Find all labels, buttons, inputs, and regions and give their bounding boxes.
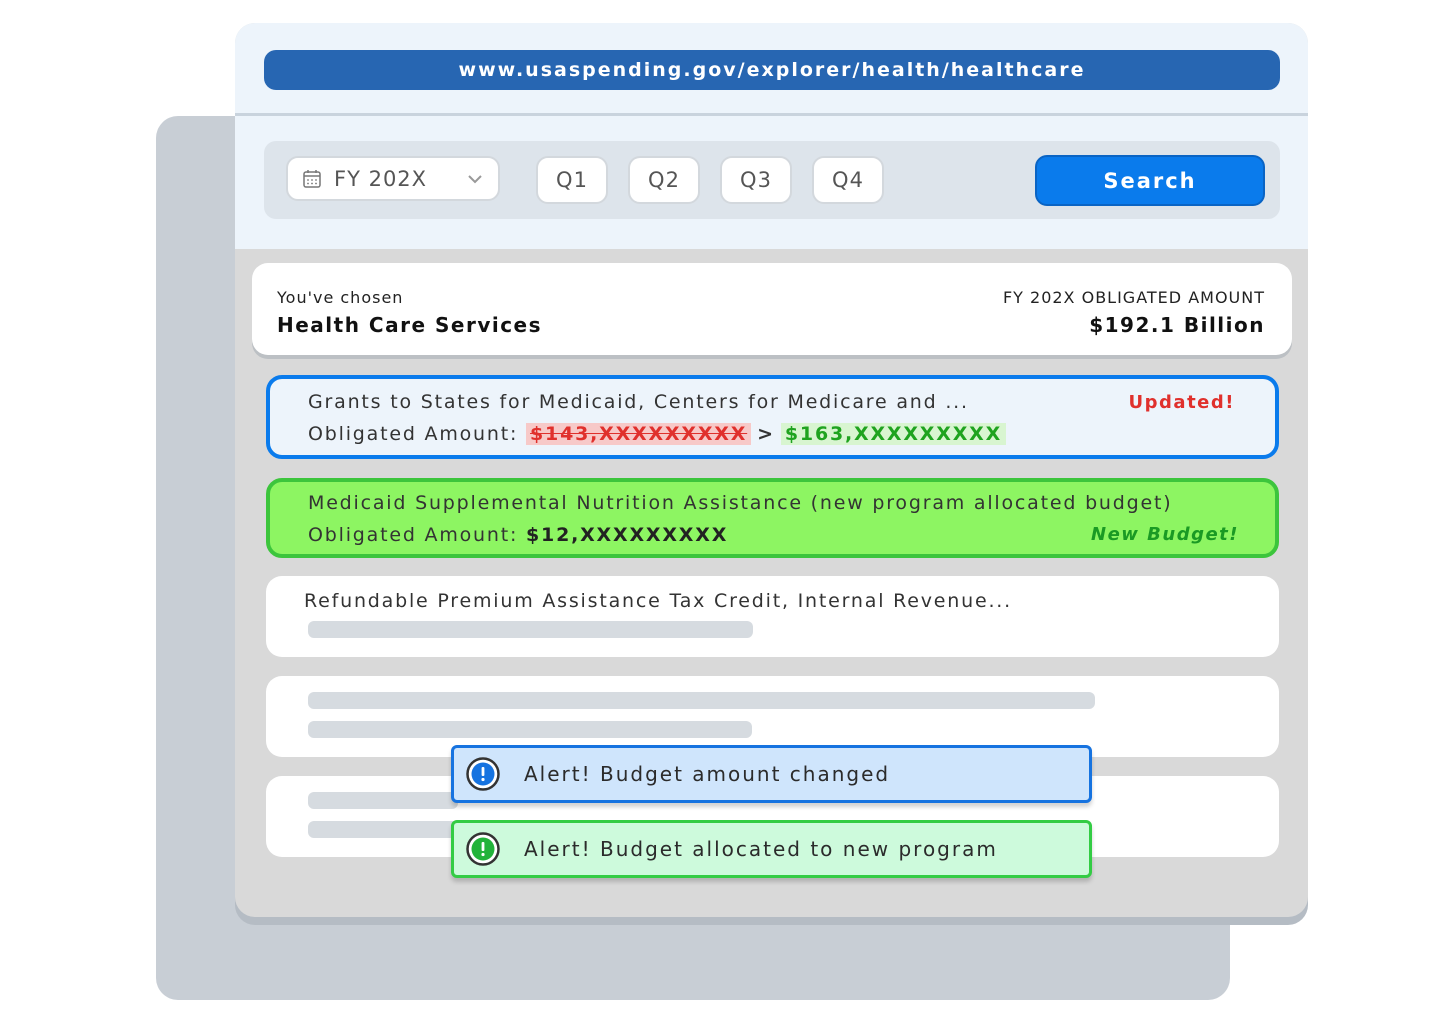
- info-icon: [466, 832, 500, 866]
- selection-summary-card: You've chosen Health Care Services FY 20…: [252, 263, 1292, 355]
- list-item-amount: Obligated Amount: $12,XXXXXXXXX: [308, 524, 728, 546]
- fiscal-year-value: FY 202X: [334, 166, 428, 191]
- obligated-amount-value: $192.1 Billion: [1089, 313, 1265, 337]
- skeleton-line: [308, 721, 752, 738]
- updated-badge: Updated!: [1128, 392, 1235, 413]
- calendar-icon: [303, 169, 321, 188]
- change-arrow: >: [757, 423, 775, 445]
- quarter-button-q4[interactable]: Q4: [812, 156, 884, 204]
- skeleton-line: [308, 792, 458, 809]
- filter-bar: FY 202X Q1 Q2 Q3 Q4 Search: [264, 141, 1280, 219]
- list-item-amount: Obligated Amount: $143,XXXXXXXXX > $163,XX…: [308, 423, 1007, 445]
- old-amount: $143,XXXXXXXXX: [526, 423, 752, 445]
- new-amount: $163,XXXXXXXXX: [780, 423, 1007, 445]
- info-icon: [466, 757, 500, 791]
- list-item-title: Grants to States for Medicaid, Centers f…: [308, 391, 969, 413]
- list-item[interactable]: Refundable Premium Assistance Tax Credit…: [266, 576, 1279, 657]
- list-item-title: Refundable Premium Assistance Tax Credit…: [304, 590, 1012, 612]
- obligated-amount-label: FY 202X OBLIGATED AMOUNT: [1002, 288, 1265, 307]
- new-budget-badge: New Budget!: [1091, 524, 1239, 545]
- browser-window: www.usaspending.gov/explorer/health/heal…: [235, 23, 1308, 917]
- skeleton-line: [308, 821, 458, 838]
- alert-text: Alert! Budget amount changed: [524, 762, 891, 786]
- amount-value: $12,XXXXXXXXX: [526, 524, 729, 546]
- quarter-button-q3[interactable]: Q3: [720, 156, 792, 204]
- quarter-button-q1[interactable]: Q1: [536, 156, 608, 204]
- header-divider: [235, 113, 1308, 116]
- chevron-down-icon: [468, 175, 482, 184]
- chosen-category: Health Care Services: [277, 313, 543, 337]
- alert-text: Alert! Budget allocated to new program: [524, 837, 998, 861]
- chosen-label: You've chosen: [277, 288, 404, 307]
- amount-label: Obligated Amount:: [308, 423, 519, 445]
- skeleton-line: [308, 621, 753, 638]
- list-item-new-budget[interactable]: Medicaid Supplemental Nutrition Assistan…: [266, 478, 1279, 558]
- search-button[interactable]: Search: [1035, 155, 1265, 206]
- fiscal-year-select[interactable]: FY 202X: [286, 156, 500, 201]
- alert-new-program[interactable]: Alert! Budget allocated to new program: [451, 820, 1092, 878]
- list-item-title: Medicaid Supplemental Nutrition Assistan…: [308, 492, 1173, 514]
- quarter-button-q2[interactable]: Q2: [628, 156, 700, 204]
- alert-budget-changed[interactable]: Alert! Budget amount changed: [451, 745, 1092, 803]
- list-item-updated[interactable]: Grants to States for Medicaid, Centers f…: [266, 375, 1279, 459]
- skeleton-line: [308, 692, 1095, 709]
- url-bar[interactable]: www.usaspending.gov/explorer/health/heal…: [264, 50, 1280, 90]
- header-area: www.usaspending.gov/explorer/health/heal…: [235, 23, 1308, 249]
- amount-label: Obligated Amount:: [308, 524, 519, 546]
